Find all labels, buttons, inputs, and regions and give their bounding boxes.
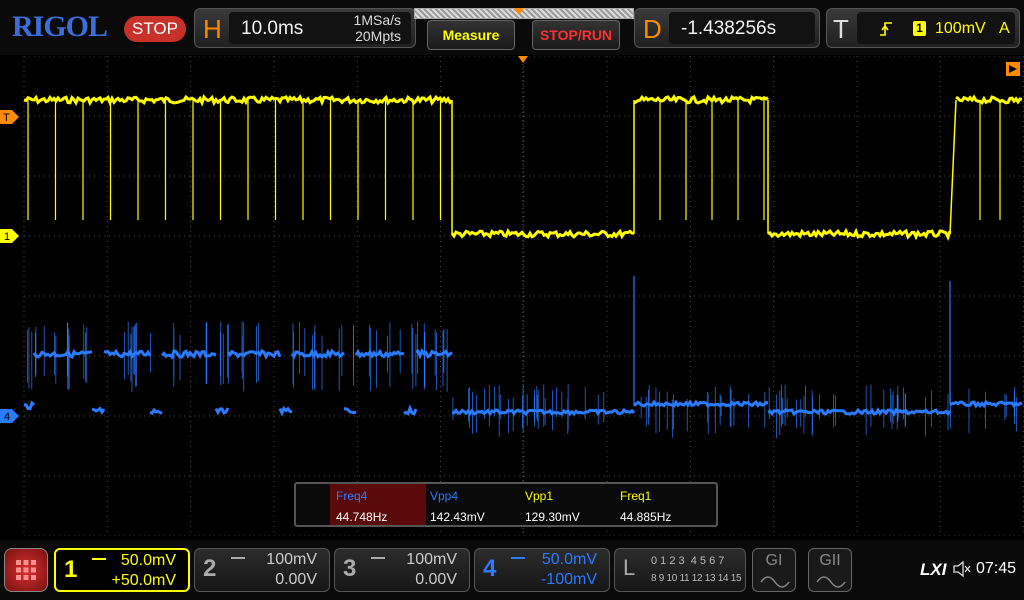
measurement-value: 142.43mV	[430, 510, 485, 524]
measurement-name: Freq1	[620, 489, 652, 503]
channel-number: 3	[343, 555, 357, 582]
channel-number: 1	[64, 556, 78, 583]
trigger-mode: A	[999, 20, 1010, 37]
measurement-value: 129.30mV	[525, 510, 580, 524]
ch4-marker-label: 4	[4, 411, 10, 423]
channel-1-box[interactable]: 1 50.0mV +50.0mV	[54, 548, 190, 592]
channel-number: 4	[483, 555, 497, 582]
sine-wave-icon	[760, 576, 790, 588]
delay-panel[interactable]: D -1.438256s	[634, 8, 820, 48]
trigger-position-marker	[518, 56, 528, 63]
measurement-item[interactable]: Vpp1 129.30mV	[519, 484, 615, 525]
ch1-marker-label: 1	[4, 231, 10, 243]
generator-2-button[interactable]: GII	[808, 548, 852, 592]
trigger-letter: T	[833, 14, 849, 44]
sine-wave-icon	[816, 576, 846, 588]
horizontal-letter: H	[203, 14, 222, 44]
waveform-display[interactable]: T 1 4	[0, 56, 1024, 536]
ch4-ground-marker[interactable]: 4	[0, 409, 19, 423]
graticule	[23, 56, 1024, 536]
measurement-item[interactable]: Vpp4 142.43mV	[424, 484, 520, 525]
channel-offset: 0.00V	[415, 571, 457, 588]
timebase-value: 10.0ms	[241, 18, 304, 39]
memory-depth: 20Mpts	[355, 28, 401, 44]
channel-scale: 100mV	[266, 551, 317, 568]
measurement-item[interactable]: Freq4 44.748Hz	[330, 484, 426, 525]
clock-time: 07:45	[976, 560, 1017, 577]
logic-analyzer-box[interactable]: L 0 1 2 3 4 5 6 7 8 9 10 11 12 13 14 15	[614, 548, 746, 592]
rising-edge-icon	[880, 22, 892, 36]
home-menu-button[interactable]	[4, 548, 48, 592]
channel-number: 2	[203, 555, 217, 582]
channel-offset: +50.0mV	[111, 572, 176, 589]
memory-position-marker	[514, 8, 524, 15]
generator-1-label: GI	[765, 552, 783, 569]
bottom-bar: 1 50.0mV +50.0mV 2 100mV 0.00V 3 100mV 0…	[0, 540, 1024, 600]
trigger-level: 100mV	[935, 20, 986, 37]
trigger-level-marker-label: T	[3, 112, 10, 124]
lxi-logo: LXI	[920, 560, 947, 579]
measure-button[interactable]: Measure	[427, 20, 515, 50]
channel-4-box[interactable]: 4 50.0mV -100mV	[474, 548, 610, 592]
measurement-value: 44.748Hz	[336, 510, 388, 524]
channel-scale: 100mV	[406, 551, 457, 568]
channel-3-box[interactable]: 3 100mV 0.00V	[334, 548, 470, 592]
logic-channels-low: 0 1 2 3 4 5 6 7	[651, 555, 725, 567]
measurement-panel[interactable]: Freq4 44.748Hz Vpp4 142.43mV Vpp1 129.30…	[294, 482, 718, 527]
measurement-name: Vpp4	[430, 489, 459, 503]
delay-letter: D	[643, 14, 662, 44]
channel-offset: 0.00V	[275, 571, 317, 588]
grid-menu-icon	[16, 560, 36, 580]
offscreen-right-marker	[1006, 62, 1020, 76]
measurement-name: Freq4	[336, 489, 368, 503]
logic-channels-high: 8 9 10 11 12 13 14 15	[651, 573, 742, 584]
run-state-badge[interactable]: STOP	[124, 16, 186, 42]
channel-offset: -100mV	[540, 571, 597, 588]
channel-2-box[interactable]: 2 100mV 0.00V	[194, 548, 330, 592]
dc-coupling-icon	[231, 557, 245, 565]
dc-coupling-icon	[92, 558, 106, 566]
dc-coupling-icon	[371, 557, 385, 565]
delay-value: -1.438256s	[681, 18, 777, 39]
rigol-logo: RIGOL	[12, 10, 108, 43]
horizontal-panel[interactable]: H 10.0ms 1MSa/s 20Mpts	[194, 8, 416, 48]
memory-position-bar[interactable]	[414, 8, 634, 19]
trigger-panel[interactable]: T 1 100mV A	[826, 8, 1020, 48]
measurement-value: 44.885Hz	[620, 510, 672, 524]
generator-1-button[interactable]: GI	[752, 548, 796, 592]
trigger-source: 1	[913, 21, 926, 36]
ch1-ground-marker[interactable]: 1	[0, 229, 19, 243]
logic-letter: L	[623, 555, 636, 580]
top-bar: RIGOL STOP H 10.0ms 1MSa/s 20Mpts Measur…	[0, 0, 1024, 55]
channel-scale: 50.0mV	[541, 551, 597, 568]
stop-run-button[interactable]: STOP/RUN	[532, 20, 620, 50]
measurement-item[interactable]: Freq1 44.885Hz	[614, 484, 710, 525]
measurement-name: Vpp1	[525, 489, 554, 503]
generator-2-label: GII	[819, 552, 841, 569]
channel-scale: 50.0mV	[120, 552, 176, 569]
dc-coupling-icon	[511, 557, 525, 565]
trigger-level-marker[interactable]: T	[0, 110, 19, 124]
sample-rate: 1MSa/s	[353, 12, 401, 28]
speaker-muted-icon[interactable]	[952, 560, 972, 578]
